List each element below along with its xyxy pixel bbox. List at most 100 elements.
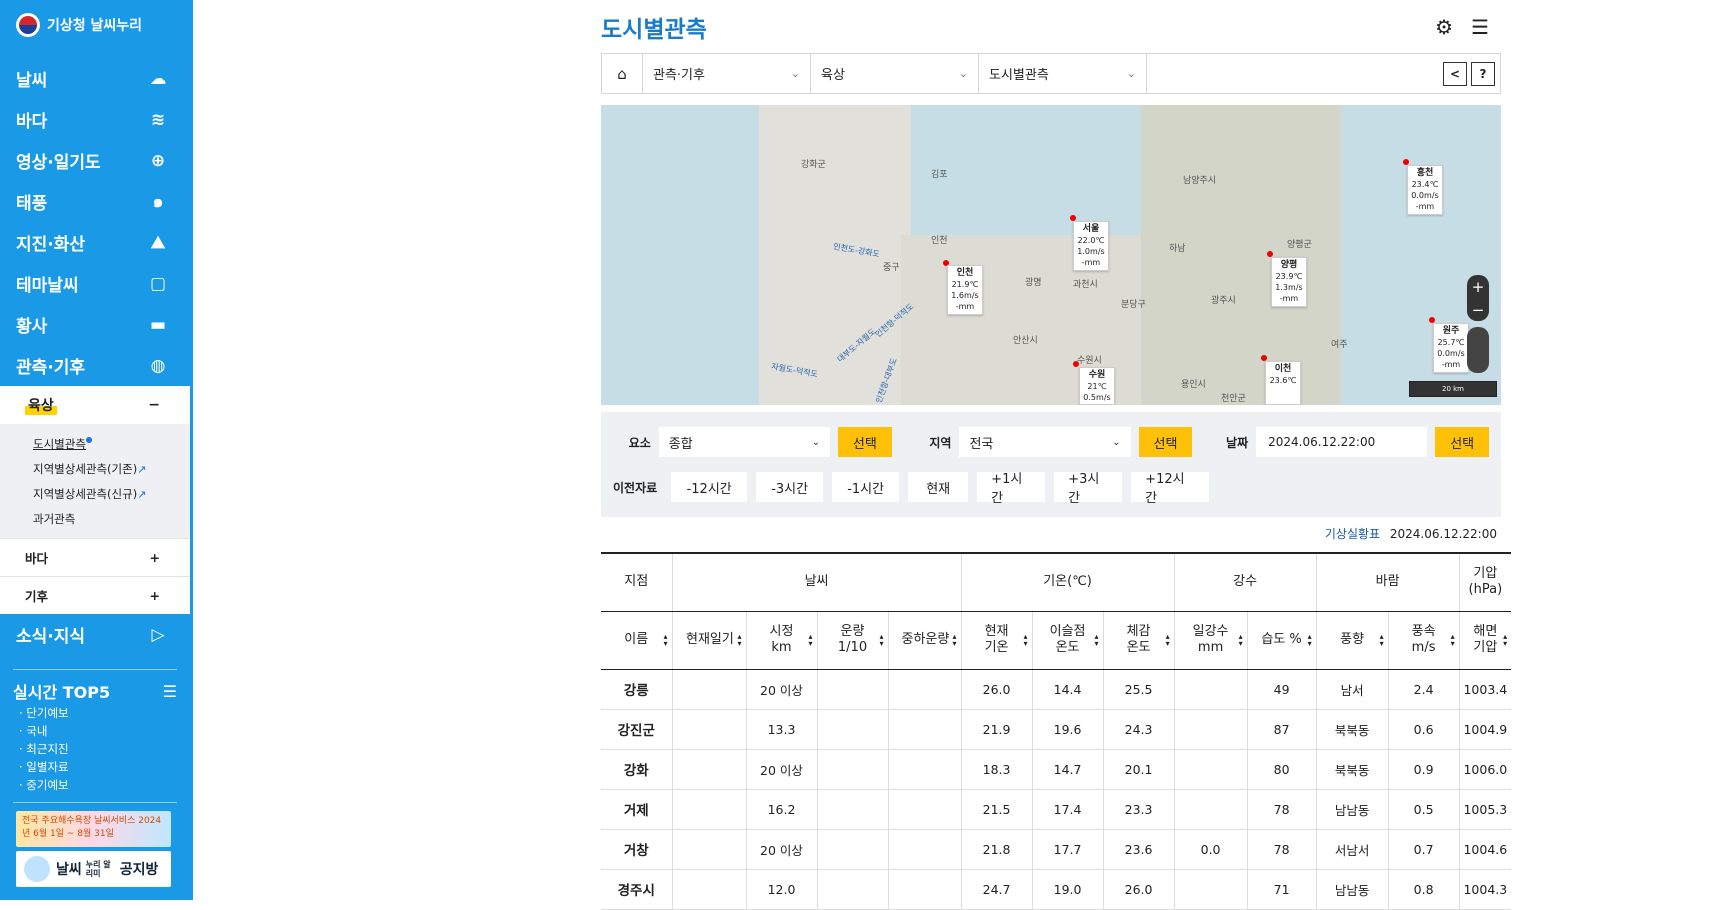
observation-map[interactable]: 강화군 김포 인천 중구 양평군 광명 과천시 남양주시 하남 광주시 분당구 … [601,105,1501,405]
column-header-label: 시정 km [769,624,794,655]
column-header[interactable]: 일강수 mm ▴ ▾ [1174,611,1248,670]
breadcrumb-select-category[interactable]: 관측·기후 ⌄ [643,54,811,93]
element-select[interactable]: 종합 ⌄ [658,427,830,457]
time-minus12-button[interactable]: -12시간 [671,472,748,502]
table-cell [888,749,962,790]
nav-item-weather[interactable]: 날씨 ☁ [0,58,193,99]
submenu-item-regional-old[interactable]: 지역별상세관측(기존)↗ [33,457,190,482]
observation-time: 2024.06.12.22:00 [1389,527,1497,541]
submenu-item-past-obs[interactable]: 과거관측 [33,507,190,532]
nav-item-typhoon[interactable]: 태풍 ๑ [0,181,193,222]
time-plus3-button[interactable]: +3시간 [1054,472,1123,506]
date-select-button[interactable]: 선택 [1435,427,1490,457]
column-header[interactable]: 중하운량 ▴ ▾ [888,611,962,670]
layer-toggle[interactable] [1467,327,1489,373]
sort-icon[interactable]: ▴ ▾ [737,633,741,648]
notice-banner[interactable]: 날씨 누리 알리미 공지방 [16,851,171,887]
settings-gear-icon[interactable]: ⚙ [1435,15,1453,39]
nav-item-images[interactable]: 영상·일기도 ⊕ [0,140,193,181]
wave-icon: ≋ [150,109,166,130]
nav-label: 바다 [16,112,48,132]
region-select[interactable]: 전국 ⌄ [959,427,1131,457]
column-header-label: 습도 % [1261,632,1302,647]
column-header[interactable]: 풍속 m/s ▴ ▾ [1388,611,1460,670]
sort-icon[interactable]: ▴ ▾ [879,633,883,648]
column-header[interactable]: 시정 km ▴ ▾ [746,611,818,670]
column-header[interactable]: 습도 % ▴ ▾ [1247,611,1317,670]
table-row[interactable]: 거제 16.2 21.5 17.4 23.3 78 남남동 0.5 1005.3 [601,789,1512,830]
top5-item[interactable]: · 단기예보 [13,704,177,722]
map-place-label: 수원시 [1077,356,1102,366]
time-plus1-button[interactable]: +1시간 [977,472,1046,506]
list-icon[interactable]: ☰ [163,682,177,701]
column-header[interactable]: 이슬점 온도 ▴ ▾ [1032,611,1104,670]
map-place-label: 여주 [1331,340,1348,350]
top5-item[interactable]: · 국내 [13,722,177,740]
column-header[interactable]: 해면 기압 ▴ ▾ [1459,611,1512,670]
time-minus3-button[interactable]: -3시간 [756,472,824,502]
top5-item[interactable]: · 최근지진 [13,740,177,758]
zoom-out-button[interactable]: − [1472,301,1485,319]
site-logo[interactable]: 기상청 날씨누리 [0,0,193,50]
station-marker-incheon[interactable]: 인천 21.9℃ 1.6m/s -mm [947,265,983,315]
time-now-button[interactable]: 현재 [908,472,969,502]
column-header[interactable]: 체감 온도 ▴ ▾ [1103,611,1175,670]
region-select-button[interactable]: 선택 [1138,427,1193,457]
submenu-row-sea[interactable]: 바다 + [0,538,190,576]
nav-item-observation[interactable]: 관측·기후 ◍ [0,345,193,386]
help-button[interactable]: ? [1471,61,1495,86]
nav-item-earthquake[interactable]: 지진·화산 ⛰ [0,222,193,263]
column-header[interactable]: 운량 1/10 ▴ ▾ [817,611,889,670]
home-icon[interactable]: ⌂ [602,54,643,93]
table-row[interactable]: 거창 20 이상 21.8 17.7 23.6 0.0 78 서남서 0.7 1004.6 [601,829,1512,870]
top5-item[interactable]: · 일별자료 [13,758,177,776]
table-row[interactable]: 강진군 13.3 21.9 19.6 24.3 87 북북동 0.6 1004.9 [601,709,1512,750]
map-place-label: 하남 [1169,244,1186,254]
station-marker-icheon[interactable]: 이천 23.6℃ [1265,361,1301,405]
weather-report-link[interactable]: 기상실황표 [1325,527,1380,541]
table-cell: 남서 [1316,669,1389,710]
column-header[interactable]: 현재 기온 ▴ ▾ [961,611,1033,670]
station-marker-seoul[interactable]: 서울 22.0℃ 1.0m/s -mm [1073,221,1109,271]
time-plus12-button[interactable]: +12시간 [1131,472,1210,506]
sort-icon[interactable]: ▴ ▾ [1308,633,1312,648]
sort-icon[interactable]: ▴ ▾ [808,633,812,648]
table-row[interactable]: 강화 20 이상 18.3 14.7 20.1 80 북북동 0.9 1006.0 [601,749,1512,790]
station-marker-yangpyeong[interactable]: 양평 23.9℃ 1.3m/s -mm [1271,257,1307,307]
sort-icon[interactable]: ▴ ▾ [663,633,667,648]
top5-item[interactable]: · 중기예보 [13,776,177,794]
submenu-item-regional-new[interactable]: 지역별상세관측(신규)↗ [33,482,190,507]
table-row[interactable]: 경주시 12.0 24.7 19.0 26.0 71 남남동 0.8 1004.3 [601,869,1512,910]
sort-icon[interactable]: ▴ ▾ [1503,633,1507,648]
breadcrumb-select-section[interactable]: 육상 ⌄ [811,54,979,93]
column-header[interactable]: 이름 ▴ ▾ [601,611,673,670]
nav-item-dust[interactable]: 황사 ▬ [0,304,193,345]
station-marker-wonju[interactable]: 원주 25.7℃ 0.0m/s -mm [1433,323,1469,373]
sort-icon[interactable]: ▴ ▾ [1166,633,1170,648]
share-icon[interactable]: < [1443,61,1467,86]
submenu-item-city-obs[interactable]: 도시별관측 [33,432,190,457]
column-header[interactable]: 현재일기 ▴ ▾ [672,611,747,670]
date-input[interactable]: 2024.06.12.22:00 [1256,427,1428,457]
element-select-button[interactable]: 선택 [837,427,892,457]
zoom-in-button[interactable]: + [1472,278,1485,296]
submenu-head-land[interactable]: 육상 − [0,386,190,424]
sort-icon[interactable]: ▴ ▾ [1239,633,1243,648]
hamburger-menu-icon[interactable]: ☰ [1471,15,1489,39]
sort-icon[interactable]: ▴ ▾ [1451,633,1455,648]
column-header[interactable]: 풍향 ▴ ▾ [1316,611,1389,670]
time-minus1-button[interactable]: -1시간 [832,472,900,502]
beach-weather-banner[interactable]: 전국 주요해수욕장 날씨서비스 2024년 6월 1일 ~ 8월 31일 [16,811,171,847]
nav-item-news[interactable]: 소식·지식 ▷ [0,614,193,655]
submenu-row-climate[interactable]: 기후 + [0,576,190,614]
breadcrumb-select-page[interactable]: 도시별관측 ⌄ [979,54,1147,93]
sort-icon[interactable]: ▴ ▾ [953,633,957,648]
station-marker-suwon[interactable]: 수원 21℃ 0.5m/s [1079,367,1115,405]
table-row[interactable]: 강릉 20 이상 26.0 14.4 25.5 49 남서 2.4 1003.4 [601,669,1512,710]
sort-icon[interactable]: ▴ ▾ [1380,633,1384,648]
sort-icon[interactable]: ▴ ▾ [1095,633,1099,648]
sort-icon[interactable]: ▴ ▾ [1024,633,1028,648]
station-marker-hongcheon[interactable]: 홍천 23.4℃ 0.0m/s -mm [1407,165,1443,215]
nav-item-theme[interactable]: 테마날씨 ▢ [0,263,193,304]
nav-item-sea[interactable]: 바다 ≋ [0,99,193,140]
